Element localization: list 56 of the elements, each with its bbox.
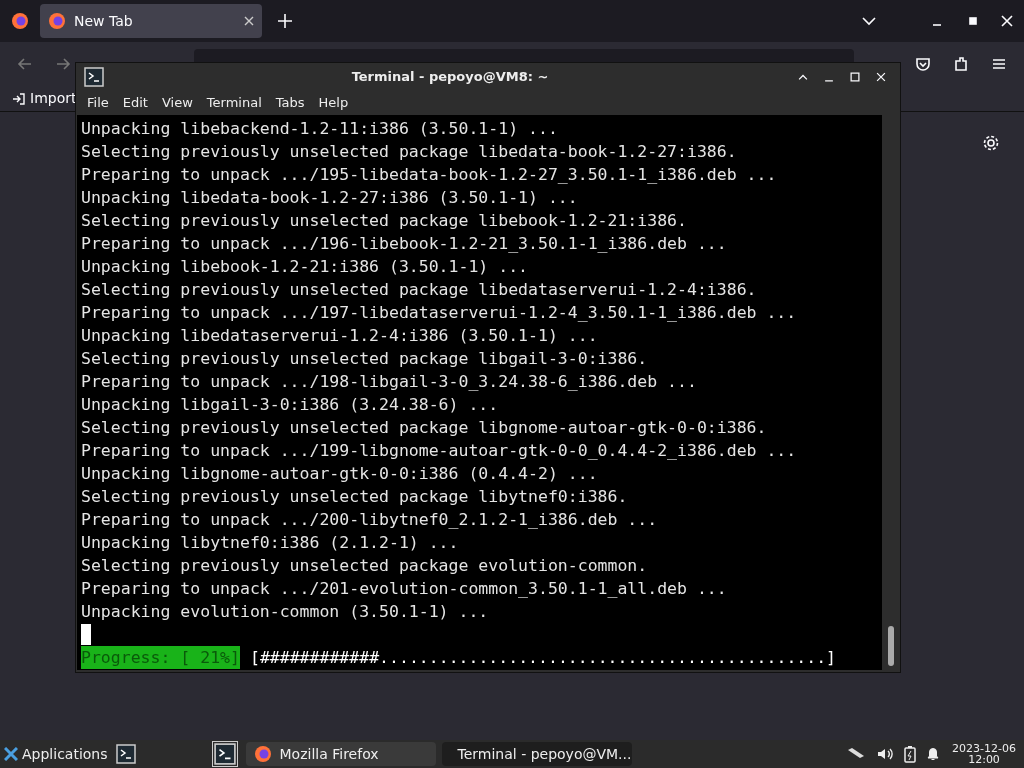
terminal-line: Preparing to unpack .../196-libebook-1.2-21_3.50.1-1_i386.deb ...: [81, 233, 728, 255]
xfce-logo-icon: [4, 747, 18, 761]
menu-item[interactable]: Terminal: [206, 93, 262, 113]
menu-item[interactable]: Edit: [122, 93, 148, 113]
scrollbar-thumb[interactable]: [887, 626, 894, 666]
terminal-line: Preparing to unpack .../198-libgail-3-0_3.24.38-6_i386.deb ...: [81, 371, 698, 393]
terminal-line: Selecting previously unselected package libedataserverui-1.2-4:i386.: [81, 279, 758, 301]
terminal-line: Preparing to unpack .../195-libedata-book-1.2-27_3.50.1-1_i386.deb ...: [81, 164, 778, 186]
clock[interactable]: 2023-12-06 12:00: [952, 743, 1016, 765]
terminal-line: Unpacking libgail-3-0:i386 (3.24.38-6) ...: [81, 394, 500, 416]
pocket-icon[interactable]: [914, 55, 932, 73]
terminal-icon: [213, 743, 236, 765]
terminal-line: Preparing to unpack .../201-evolution-common_3.50.1-1_all.deb ...: [81, 578, 728, 600]
text-cursor: [81, 624, 91, 645]
progress-label: Progress: [ 21%]: [81, 646, 240, 669]
import-icon: [12, 91, 26, 106]
launcher-button[interactable]: [115, 744, 136, 764]
taskbar-button[interactable]: Terminal - pepoyo@VM...: [441, 742, 632, 766]
applications-menu-button[interactable]: Applications: [0, 743, 112, 765]
taskbar-button[interactable]: Mozilla Firefox: [245, 742, 436, 766]
menu-item[interactable]: Tabs: [275, 93, 305, 113]
menu-item[interactable]: Help: [318, 93, 349, 113]
terminal-line: Preparing to unpack .../199-libgnome-autoar-gtk-0-0_0.4.4-2_i386.deb ...: [81, 440, 798, 462]
terminal-line: Unpacking libedata-book-1.2-27:i386 (3.50.1-1) ...: [81, 187, 579, 209]
menu-item[interactable]: View: [161, 93, 193, 113]
terminal-icon: [115, 744, 136, 764]
terminal-line: Unpacking libgnome-autoar-gtk-0-0:i386 (0.4.4-2) ...: [81, 463, 599, 485]
terminal-line: Preparing to unpack .../197-libedataserverui-1.2-4_3.50.1-1_i386.deb ...: [81, 302, 798, 324]
terminal-line: Selecting previously unselected package libebook-1.2-21:i386.: [81, 210, 688, 232]
terminal-line: Unpacking libebook-1.2-21:i386 (3.50.1-1) ...: [81, 256, 530, 278]
terminal-line: Unpacking libebackend-1.2-11:i386 (3.50.1-1) ...: [81, 118, 559, 140]
close-icon[interactable]: [244, 16, 254, 26]
battery-icon[interactable]: [904, 745, 917, 763]
terminal-line: Preparing to unpack .../200-libytnef0_2.1.2-1_i386.deb ...: [81, 509, 659, 531]
new-tab-icon[interactable]: [278, 14, 292, 28]
close-icon[interactable]: [874, 70, 888, 84]
terminal-icon: [84, 67, 104, 87]
terminal-line: Selecting previously unselected package libgnome-autoar-gtk-0-0:i386.: [81, 417, 768, 439]
volume-icon[interactable]: [876, 746, 895, 762]
menu-item[interactable]: File: [87, 93, 109, 113]
terminal-line: Selecting previously unselected package libgail-3-0:i386.: [81, 348, 649, 370]
terminal-line: Unpacking libedataserverui-1.2-4:i386 (3.50.1-1) ...: [81, 325, 599, 347]
maximize-icon[interactable]: [848, 70, 862, 84]
terminal-line: Selecting previously unselected package libytnef0:i386.: [81, 486, 629, 508]
progress-bar-text: [############.............................................]: [249, 647, 837, 669]
terminal-line: Unpacking evolution-common (3.50.1-1) ...: [81, 601, 490, 623]
terminal-line: Selecting previously unselected package libedata-book-1.2-27:i386.: [81, 141, 738, 163]
show-desktop-button[interactable]: [211, 741, 238, 767]
window-title: Terminal - pepoyo@VM8: ~: [350, 68, 550, 87]
notification-bell-icon[interactable]: [926, 746, 941, 762]
browser-tab[interactable]: New Tab: [40, 4, 262, 38]
bookmark-item[interactable]: Import: [12, 88, 77, 109]
extensions-icon[interactable]: [952, 55, 970, 73]
terminal-line: Unpacking libytnef0:i386 (2.1.2-1) ...: [81, 532, 460, 554]
terminal-line: Selecting previously unselected package evolution-common.: [81, 555, 649, 577]
settings-icon[interactable]: [982, 134, 1000, 152]
